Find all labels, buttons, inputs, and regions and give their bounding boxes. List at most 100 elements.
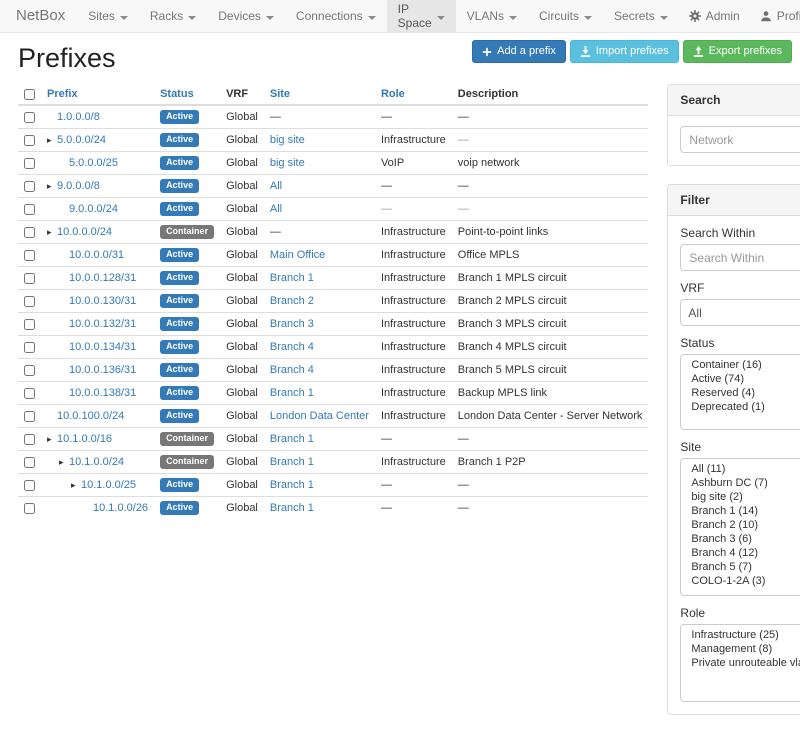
row-checkbox[interactable] xyxy=(24,296,35,307)
site-listbox[interactable]: All (11)Ashburn DC (7)big site (2)Branch… xyxy=(680,458,800,596)
prefix-link[interactable]: 10.1.0.0/24 xyxy=(69,456,124,468)
brand-logo[interactable]: NetBox xyxy=(6,0,77,32)
vrf-cell: Global xyxy=(220,129,264,152)
sidebar: Search Filter Search Within VRF xyxy=(667,84,800,733)
nav-link-sites[interactable]: Sites xyxy=(77,0,139,32)
add-prefix-button[interactable]: Add a prefix xyxy=(472,40,566,63)
description-cell: Branch 4 MPLS circuit xyxy=(452,336,649,359)
row-checkbox[interactable] xyxy=(24,181,35,192)
listbox-option[interactable]: Branch 3 (6) xyxy=(681,532,800,546)
site-link[interactable]: London Data Center xyxy=(270,410,369,422)
site-link[interactable]: Branch 1 xyxy=(270,502,314,514)
nav-link-connections[interactable]: Connections xyxy=(285,0,387,32)
page-title: Prefixes xyxy=(18,43,116,74)
row-checkbox[interactable] xyxy=(24,480,35,491)
sort-status-link[interactable]: Status xyxy=(160,88,194,100)
row-checkbox[interactable] xyxy=(24,434,35,445)
site-link[interactable]: big site xyxy=(270,157,305,169)
export-prefixes-button[interactable]: Export prefixes xyxy=(683,40,792,63)
listbox-option[interactable]: Private unrouteable vlan (0) xyxy=(681,656,800,670)
row-checkbox[interactable] xyxy=(24,411,35,422)
listbox-option[interactable]: Deprecated (1) xyxy=(681,400,800,414)
row-checkbox[interactable] xyxy=(24,388,35,399)
prefix-link[interactable]: 9.0.0.0/8 xyxy=(57,180,100,192)
site-link[interactable]: Branch 1 xyxy=(270,387,314,399)
prefix-link[interactable]: 10.1.0.0/16 xyxy=(57,433,112,445)
search-input[interactable] xyxy=(680,126,800,153)
row-checkbox[interactable] xyxy=(24,503,35,514)
listbox-option[interactable]: Management (8) xyxy=(681,642,800,656)
listbox-option[interactable]: Branch 2 (10) xyxy=(681,518,800,532)
row-checkbox[interactable] xyxy=(24,227,35,238)
role-cell: Infrastructure xyxy=(375,313,452,336)
site-link[interactable]: big site xyxy=(270,134,305,146)
prefix-row: 10.0.100.0/24ActiveGlobalLondon Data Cen… xyxy=(18,405,648,428)
prefix-link[interactable]: 10.1.0.0/25 xyxy=(81,479,136,491)
nav-link-secrets[interactable]: Secrets xyxy=(603,0,679,32)
prefix-link[interactable]: 1.0.0.0/8 xyxy=(57,111,100,123)
search-within-input[interactable] xyxy=(680,244,800,271)
prefix-link[interactable]: 10.0.0.0/24 xyxy=(57,226,112,238)
site-link[interactable]: Branch 1 xyxy=(270,433,314,445)
nav-link-admin[interactable]: Admin xyxy=(679,0,750,32)
row-checkbox[interactable] xyxy=(24,457,35,468)
sort-site-link[interactable]: Site xyxy=(270,88,290,100)
prefix-link[interactable]: 10.0.0.134/31 xyxy=(69,341,136,353)
listbox-option[interactable]: All (11) xyxy=(681,462,800,476)
select-all-checkbox[interactable] xyxy=(24,89,35,100)
nav-link-vlans[interactable]: VLANs xyxy=(456,0,528,32)
site-link[interactable]: Branch 4 xyxy=(270,364,314,376)
listbox-option[interactable]: Branch 1 (14) xyxy=(681,504,800,518)
nav-link-devices[interactable]: Devices xyxy=(207,0,285,32)
row-checkbox[interactable] xyxy=(24,135,35,146)
row-checkbox[interactable] xyxy=(24,365,35,376)
site-link[interactable]: Branch 3 xyxy=(270,318,314,330)
row-checkbox[interactable] xyxy=(24,273,35,284)
site-link[interactable]: Branch 1 xyxy=(270,479,314,491)
row-checkbox[interactable] xyxy=(24,342,35,353)
site-link[interactable]: Branch 1 xyxy=(270,456,314,468)
listbox-option[interactable]: Branch 5 (7) xyxy=(681,560,800,574)
row-checkbox[interactable] xyxy=(24,158,35,169)
row-checkbox[interactable] xyxy=(24,112,35,123)
description-cell: voip network xyxy=(452,152,649,175)
prefix-link[interactable]: 9.0.0.0/24 xyxy=(69,203,118,215)
site-link[interactable]: Branch 2 xyxy=(270,295,314,307)
prefix-link[interactable]: 10.0.0.138/31 xyxy=(69,387,136,399)
listbox-option[interactable]: Branch 4 (12) xyxy=(681,546,800,560)
nav-link-profile[interactable]: Profile xyxy=(750,0,800,32)
sort-prefix-link[interactable]: Prefix xyxy=(47,88,78,100)
nav-link-circuits[interactable]: Circuits xyxy=(528,0,603,32)
prefix-link[interactable]: 10.0.100.0/24 xyxy=(57,410,124,422)
site-link[interactable]: Branch 4 xyxy=(270,341,314,353)
row-checkbox[interactable] xyxy=(24,250,35,261)
vrf-select[interactable]: All xyxy=(680,299,800,326)
nav-link-racks[interactable]: Racks xyxy=(139,0,207,32)
site-link[interactable]: All xyxy=(270,180,282,192)
listbox-option[interactable]: Reserved (4) xyxy=(681,386,800,400)
role-listbox[interactable]: Infrastructure (25)Management (8)Private… xyxy=(680,624,800,702)
prefix-link[interactable]: 5.0.0.0/24 xyxy=(57,134,106,146)
listbox-option[interactable]: Ashburn DC (7) xyxy=(681,476,800,490)
prefix-link[interactable]: 10.0.0.0/31 xyxy=(69,249,124,261)
row-checkbox[interactable] xyxy=(24,204,35,215)
prefix-link[interactable]: 10.0.0.128/31 xyxy=(69,272,136,284)
prefix-link[interactable]: 10.0.0.132/31 xyxy=(69,318,136,330)
listbox-option[interactable]: Container (16) xyxy=(681,358,800,372)
site-link[interactable]: Branch 1 xyxy=(270,272,314,284)
status-listbox[interactable]: Container (16)Active (74)Reserved (4)Dep… xyxy=(680,354,800,430)
sort-role-link[interactable]: Role xyxy=(381,88,405,100)
site-link[interactable]: Main Office xyxy=(270,249,325,261)
import-prefixes-button[interactable]: Import prefixes xyxy=(570,40,679,63)
listbox-option[interactable]: Infrastructure (25) xyxy=(681,628,800,642)
nav-link-ip-space[interactable]: IP Space xyxy=(387,0,456,32)
listbox-option[interactable]: COLO-1-2A (3) xyxy=(681,574,800,588)
listbox-option[interactable]: big site (2) xyxy=(681,490,800,504)
prefix-link[interactable]: 10.1.0.0/26 xyxy=(93,502,148,514)
listbox-option[interactable]: Active (74) xyxy=(681,372,800,386)
row-checkbox[interactable] xyxy=(24,319,35,330)
site-link[interactable]: All xyxy=(270,203,282,215)
prefix-link[interactable]: 5.0.0.0/25 xyxy=(69,157,118,169)
prefix-link[interactable]: 10.0.0.136/31 xyxy=(69,364,136,376)
prefix-link[interactable]: 10.0.0.130/31 xyxy=(69,295,136,307)
